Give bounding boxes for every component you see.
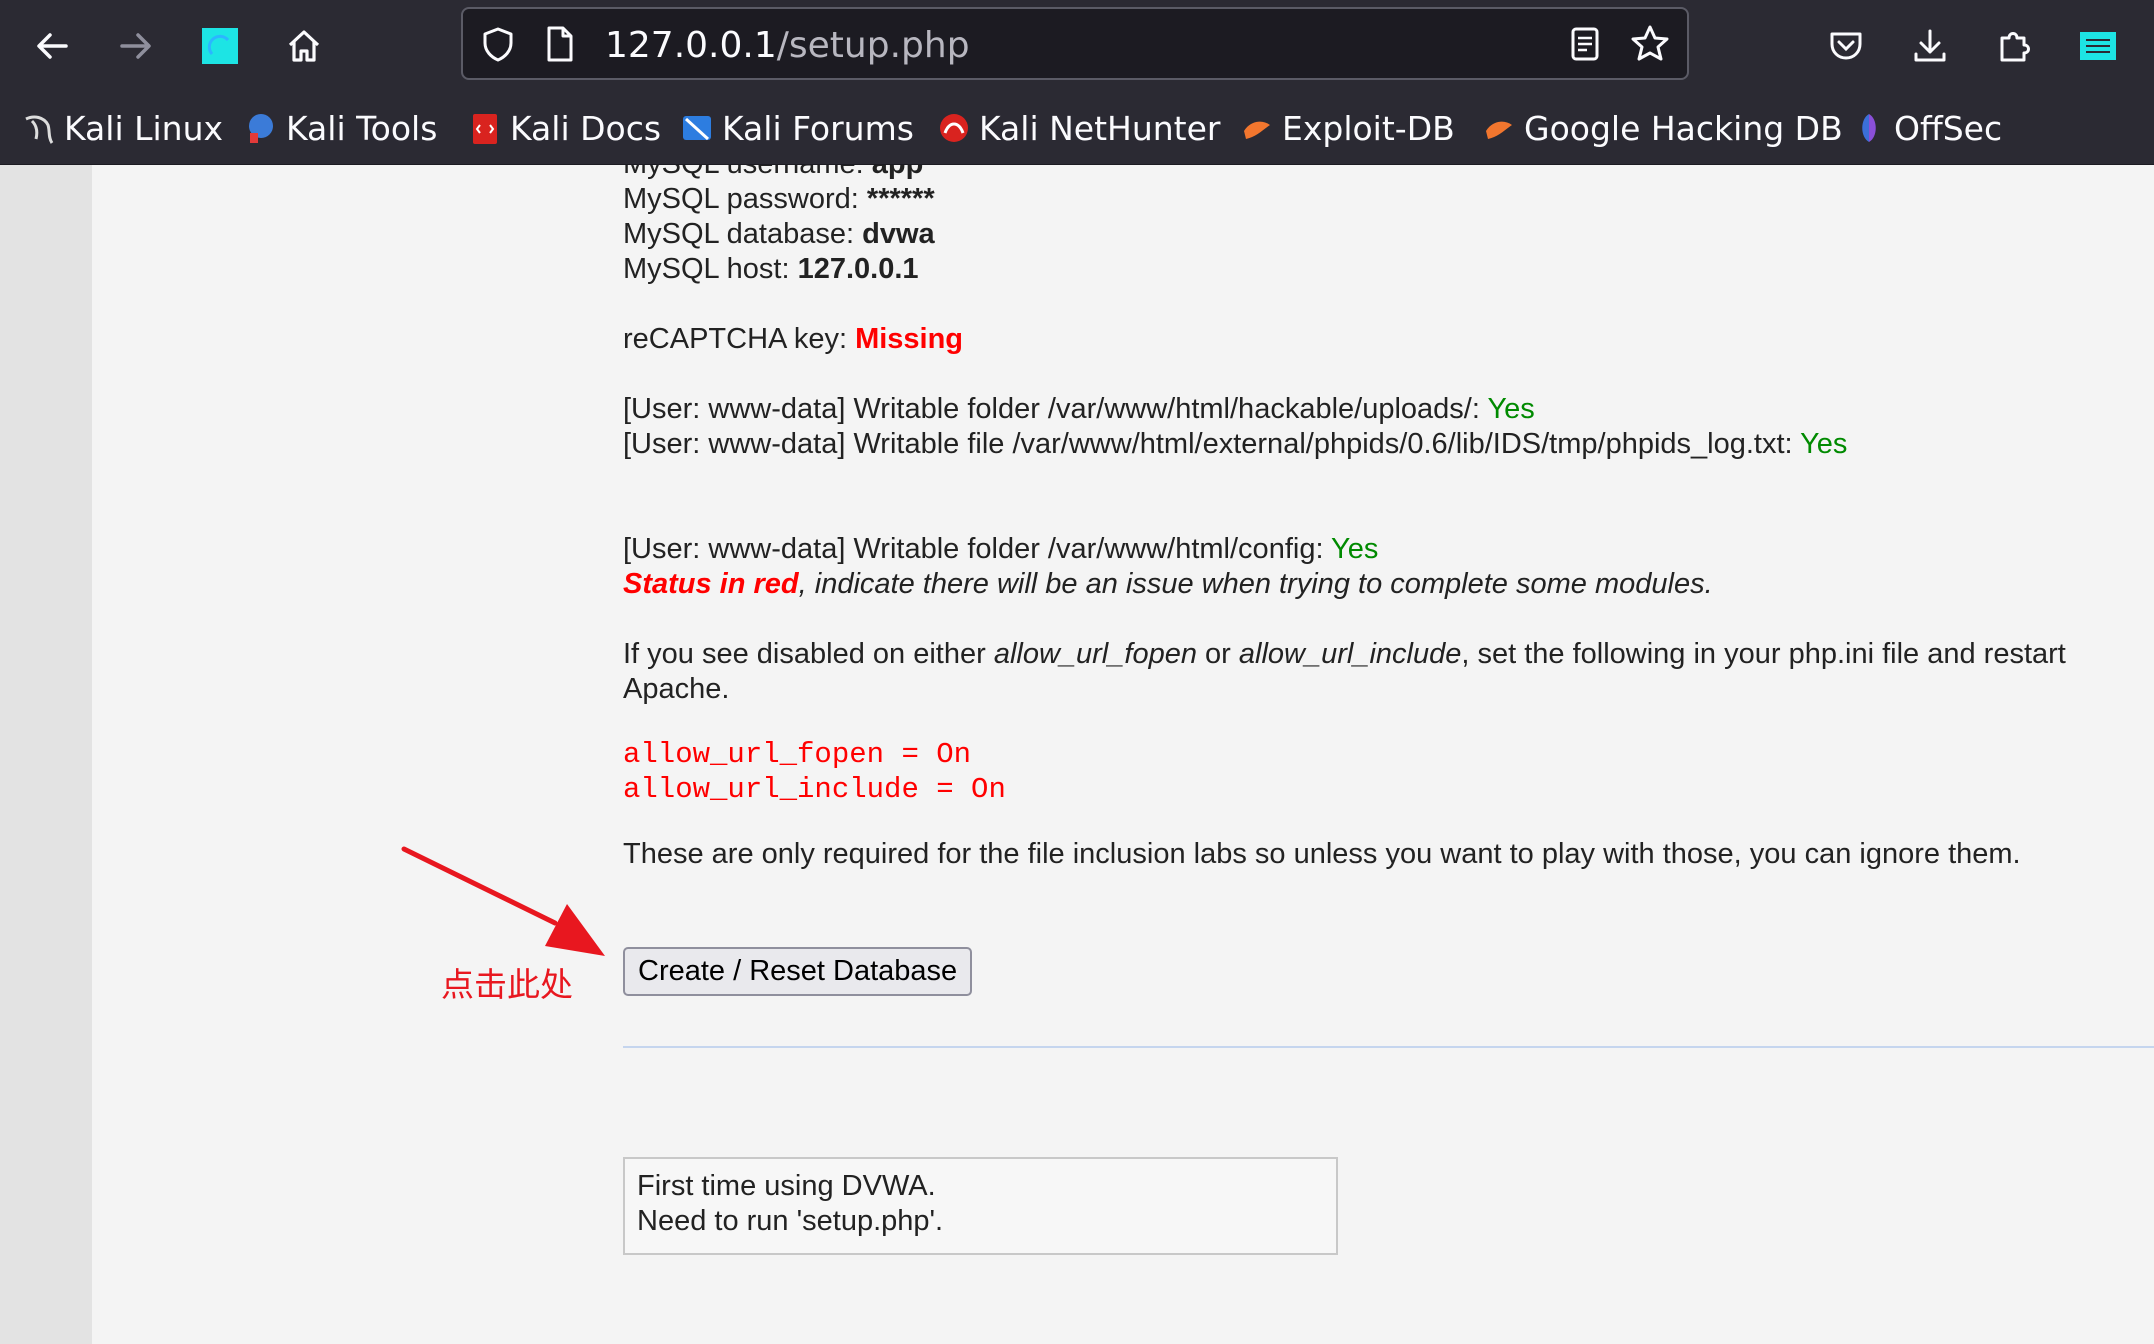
- extension-square-icon: [202, 28, 238, 64]
- mysql-username-row: MySQL username: app: [623, 165, 2154, 182]
- mysql-password-row: MySQL password: ******: [623, 183, 935, 215]
- divider: [623, 1046, 2154, 1048]
- downloads-button[interactable]: [1900, 16, 1960, 76]
- kali-tools-icon: [249, 114, 273, 143]
- forward-button[interactable]: [106, 16, 166, 76]
- kali-docs-icon: [473, 114, 497, 144]
- kali-forums-icon: [683, 116, 711, 141]
- bookmark-kali-docs[interactable]: Kali Docs: [468, 106, 661, 150]
- ghdb-icon: [1486, 121, 1512, 139]
- extension-button[interactable]: [190, 16, 250, 76]
- uploads-folder-row: [User: www-data] Writable folder /var/ww…: [623, 393, 1535, 425]
- home-button[interactable]: [274, 16, 334, 76]
- bookmark-offsec[interactable]: OffSec: [1852, 106, 2002, 150]
- url-text[interactable]: 127.0.0.1/setup.php: [605, 25, 970, 66]
- puzzle-icon: [2000, 32, 2030, 62]
- annotation-arrow: [401, 846, 605, 956]
- bookmark-exploit-db[interactable]: Exploit-DB: [1240, 106, 1455, 150]
- create-reset-database-button[interactable]: Create / Reset Database: [623, 947, 973, 996]
- download-icon: [1914, 29, 1946, 62]
- menu-icon: [2080, 32, 2116, 60]
- recaptcha-row: reCAPTCHA key: Missing: [623, 323, 964, 355]
- url-bar[interactable]: 127.0.0.1/setup.php: [461, 7, 1689, 80]
- pocket-icon: [1830, 32, 1862, 60]
- php-ini-code-block: allow_url_fopen = On allow_url_include =…: [623, 738, 1006, 806]
- mysql-host-row: MySQL host: 127.0.0.1: [623, 253, 919, 285]
- phpids-file-row: [User: www-data] Writable file /var/www/…: [623, 428, 1848, 460]
- bookmark-kali-nethunter[interactable]: Kali NetHunter: [937, 106, 1221, 150]
- uploads-status: Yes: [1487, 393, 1535, 425]
- back-arrow-icon: [37, 33, 68, 59]
- phpids-status: Yes: [1800, 428, 1848, 460]
- extensions-button[interactable]: [1984, 16, 2044, 76]
- bookmark-star-icon[interactable]: [1629, 23, 1671, 65]
- dvwa-info-box: First time using DVWA. Need to run 'setu…: [623, 1157, 1338, 1255]
- back-button[interactable]: [22, 16, 82, 76]
- file-inclusion-note: These are only required for the file inc…: [623, 838, 2021, 870]
- kali-nethunter-icon: [940, 114, 968, 142]
- disabled-note-cont: Apache.: [623, 673, 730, 705]
- page-icon: [547, 26, 573, 62]
- config-status: Yes: [1331, 533, 1379, 565]
- disabled-note: If you see disabled on either allow_url_…: [623, 638, 2066, 670]
- forward-arrow-icon: [120, 33, 151, 59]
- config-folder-row: [User: www-data] Writable folder /var/ww…: [623, 533, 1379, 565]
- recaptcha-status: Missing: [855, 323, 964, 355]
- home-icon: [288, 30, 320, 62]
- page-content: MySQL username: app MySQL password: ****…: [92, 165, 2154, 1344]
- shield-icon: [483, 27, 513, 62]
- page-left-gutter: [0, 165, 92, 1344]
- browser-toolbar: 127.0.0.1/setup.php: [0, 0, 2154, 91]
- annotation-click-here: 点击此处: [441, 965, 573, 1004]
- bookmark-google-hacking-db[interactable]: Google Hacking DB: [1482, 106, 1843, 150]
- mysql-database-row: MySQL database: dvwa: [623, 218, 935, 250]
- bookmark-kali-linux[interactable]: Kali Linux: [22, 106, 223, 150]
- status-in-red-note: Status in red, indicate there will be an…: [623, 568, 1713, 600]
- bookmark-kali-tools[interactable]: Kali Tools: [244, 106, 437, 150]
- pocket-button[interactable]: [1816, 16, 1876, 76]
- exploit-db-icon: [1244, 121, 1270, 139]
- kali-dragon-icon: [25, 115, 54, 144]
- bookmark-kali-forums[interactable]: Kali Forums: [680, 106, 914, 150]
- setup-main: MySQL username: app MySQL password: ****…: [623, 165, 2154, 872]
- offsec-icon: [1862, 114, 1876, 142]
- menu-button[interactable]: [2068, 16, 2128, 76]
- reader-view-icon[interactable]: [1566, 25, 1604, 63]
